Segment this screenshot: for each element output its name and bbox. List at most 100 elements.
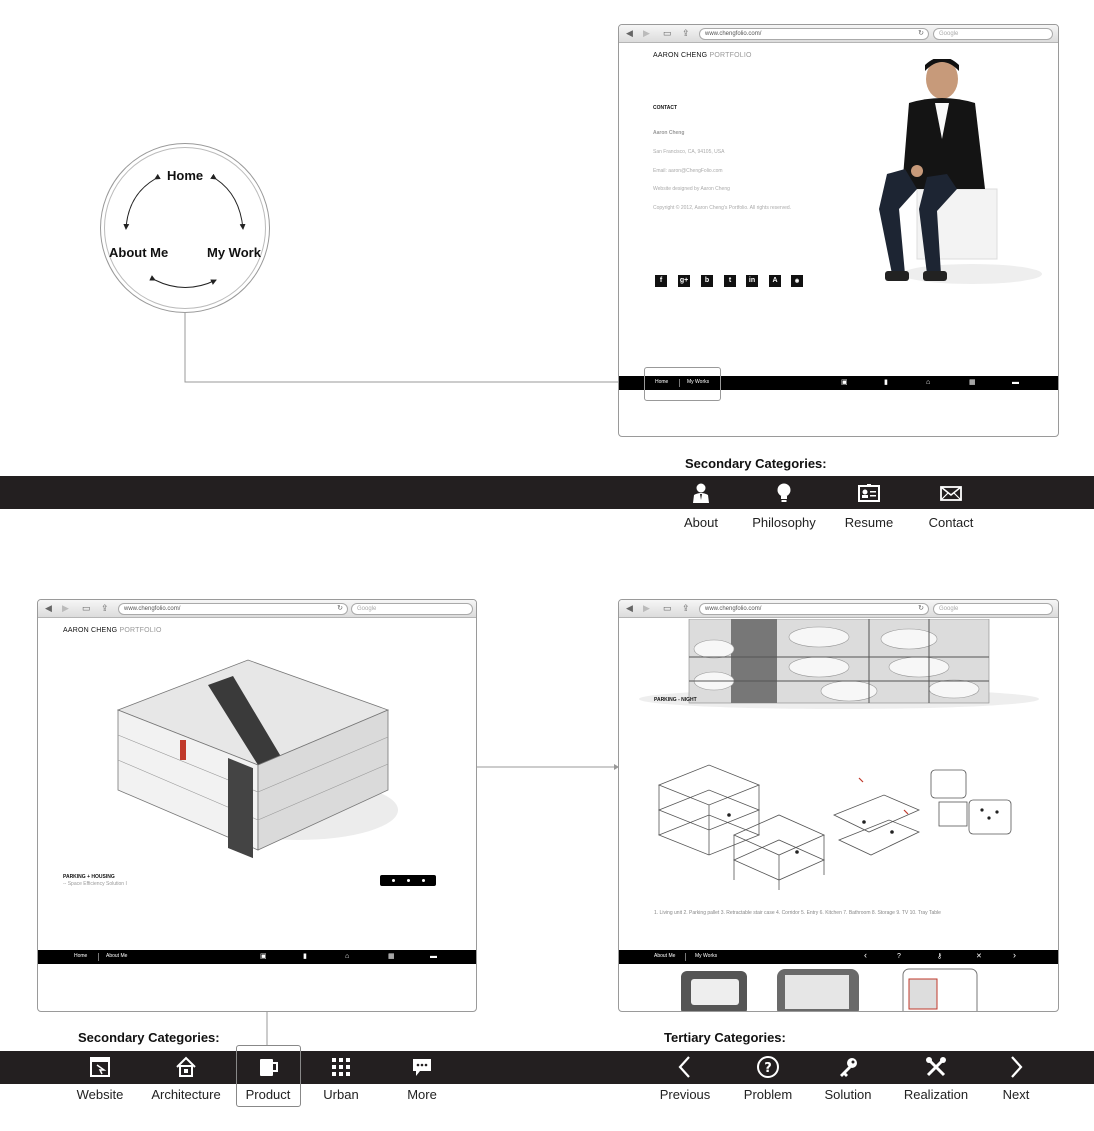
contact-credit: Website designed by Aaron Cheng	[653, 186, 730, 192]
contact-copyright: Copyright © 2012, Aaron Cheng's Portfoli…	[653, 205, 792, 211]
key-icon	[840, 1058, 857, 1077]
lightbulb-icon	[777, 483, 791, 502]
address-bar[interactable]: www.chengfolio.com/ ↻	[699, 28, 929, 40]
photo-caption: PARKING - NIGHT	[654, 697, 697, 703]
back-icon[interactable]: ◀	[626, 28, 633, 39]
contact-address: San Francisco, CA, 94105, USA	[653, 149, 725, 155]
tools-icon	[926, 1057, 946, 1077]
nav-my-works[interactable]: My Works	[695, 953, 717, 959]
forward-icon[interactable]: ▶	[643, 28, 650, 39]
unit-renders	[681, 968, 978, 1011]
project-title[interactable]: PARKING + HOUSING	[63, 874, 115, 880]
back-icon[interactable]: ◀	[626, 603, 633, 614]
reload-icon[interactable]: ↻	[918, 29, 924, 39]
envelope-icon	[940, 486, 962, 501]
bookmarks-icon[interactable]: ▭	[663, 28, 672, 39]
website-icon	[90, 1057, 110, 1077]
search-field[interactable]: Google	[933, 603, 1053, 615]
browser-product-page: ◀ ▶ ▭ ⇪ www.chengfolio.com/ ↻ Google AAR…	[37, 599, 477, 1012]
url-text: www.chengfolio.com/	[705, 31, 762, 37]
secondary-bottom-title: Secondary Categories:	[78, 1030, 220, 1045]
nav-highlight-box	[644, 367, 721, 401]
exploded-diagram	[657, 764, 1012, 890]
nav-separator	[98, 953, 99, 961]
id-card-icon	[858, 484, 880, 502]
grid-icon[interactable]: ▦	[388, 952, 395, 961]
question-icon: ?	[757, 1056, 779, 1078]
speech-bubble-icon[interactable]: ▬	[1012, 378, 1019, 387]
pager-dot[interactable]	[392, 879, 395, 882]
chevron-left-icon[interactable]: ‹	[864, 951, 867, 960]
google-plus-icon[interactable]: g+	[678, 275, 690, 287]
bookmarks-icon[interactable]: ▭	[82, 603, 91, 614]
tools-icon[interactable]: ✕	[976, 952, 982, 961]
chevron-left-icon	[678, 1056, 690, 1078]
browser-contact-page: ◀ ▶ ▭ ⇪ www.chengfolio.com/ ↻ Google AAR…	[618, 24, 1059, 437]
pager-dot[interactable]	[407, 879, 410, 882]
nav-home[interactable]: Home	[74, 953, 87, 959]
browser-toolbar: ◀ ▶ ▭ ⇪ www.chengfolio.com/ ↻ Google	[38, 600, 476, 618]
site-navbar: About Me My Works ‹ ? ⚷ ✕ ›	[619, 950, 1058, 964]
reload-icon[interactable]: ↻	[337, 604, 343, 614]
search-field[interactable]: Google	[933, 28, 1053, 40]
person-icon	[693, 483, 709, 503]
category-contact-label: Contact	[928, 515, 974, 530]
forward-icon[interactable]: ▶	[62, 603, 69, 614]
mug-icon[interactable]: ▮	[303, 952, 307, 961]
back-icon[interactable]: ◀	[45, 603, 52, 614]
grid-icon[interactable]: ▦	[969, 378, 976, 387]
key-icon[interactable]: ⚷	[937, 952, 942, 961]
website-icon[interactable]: ▣	[260, 952, 267, 961]
portrait-photo	[879, 59, 1042, 284]
search-placeholder: Google	[939, 606, 959, 612]
nav-about-me[interactable]: About Me	[654, 953, 675, 959]
site-navbar: Home About Me ▣ ▮ ⌂ ▦ ▬	[38, 950, 476, 964]
site-brand[interactable]: AARON CHENG PORTFOLIO	[653, 52, 752, 59]
search-placeholder: Google	[357, 606, 377, 612]
tertiary-next[interactable]: Next	[961, 1055, 1071, 1102]
category-more[interactable]: More	[367, 1055, 477, 1102]
forward-icon[interactable]: ▶	[643, 603, 650, 614]
house-icon[interactable]: ⌂	[345, 952, 349, 961]
pager-dot[interactable]	[422, 879, 425, 882]
browser-toolbar: ◀ ▶ ▭ ⇪ www.chengfolio.com/ ↻ Google	[619, 600, 1058, 618]
contact-name: Aaron Cheng	[653, 130, 685, 136]
speech-bubble-icon	[413, 1059, 431, 1076]
building-render	[116, 659, 398, 859]
contact-heading: CONTACT	[653, 105, 678, 111]
category-more-label: More	[407, 1087, 437, 1102]
blogger-icon[interactable]: b	[701, 275, 713, 287]
browser-detail-page: ◀ ▶ ▭ ⇪ www.chengfolio.com/ ↻ Google PAR…	[618, 599, 1059, 1012]
acrobat-icon[interactable]: A	[769, 275, 781, 287]
facebook-icon[interactable]: f	[655, 275, 667, 287]
site-brand[interactable]: AARON CHENG PORTFOLIO	[63, 627, 162, 634]
share-icon[interactable]: ⇪	[682, 603, 690, 614]
speech-bubble-icon[interactable]: ▬	[430, 952, 437, 961]
search-field[interactable]: Google	[351, 603, 473, 615]
question-icon[interactable]: ?	[897, 952, 901, 961]
address-bar[interactable]: www.chengfolio.com/ ↻	[699, 603, 929, 615]
bookmarks-icon[interactable]: ▭	[663, 603, 672, 614]
parts-legend: 1. Living unit 2. Parking pallet 3. Retr…	[654, 910, 941, 916]
slideshow-pager[interactable]	[380, 875, 436, 886]
nav-about-me[interactable]: About Me	[106, 953, 127, 959]
share-icon[interactable]: ⇪	[101, 603, 109, 614]
nav-separator	[685, 953, 686, 961]
mug-icon[interactable]: ▮	[884, 378, 888, 387]
house-icon[interactable]: ⌂	[926, 378, 930, 387]
website-icon[interactable]: ▣	[841, 378, 848, 387]
issuu-icon[interactable]: ◉	[791, 275, 803, 287]
reload-icon[interactable]: ↻	[918, 604, 924, 614]
category-contact[interactable]: Contact	[896, 481, 1006, 530]
contact-email[interactable]: Email: aaron@ChengFolio.com	[653, 168, 723, 174]
svg-text:?: ?	[764, 1061, 772, 1076]
search-placeholder: Google	[939, 31, 959, 37]
tertiary-title: Tertiary Categories:	[664, 1030, 786, 1045]
url-text: www.chengfolio.com/	[124, 606, 181, 612]
share-icon[interactable]: ⇪	[682, 28, 690, 39]
chevron-right-icon[interactable]: ›	[1013, 951, 1016, 960]
brand-suffix: PORTFOLIO	[119, 627, 162, 634]
tumblr-icon[interactable]: t	[724, 275, 736, 287]
address-bar[interactable]: www.chengfolio.com/ ↻	[118, 603, 348, 615]
linkedin-icon[interactable]: in	[746, 275, 758, 287]
